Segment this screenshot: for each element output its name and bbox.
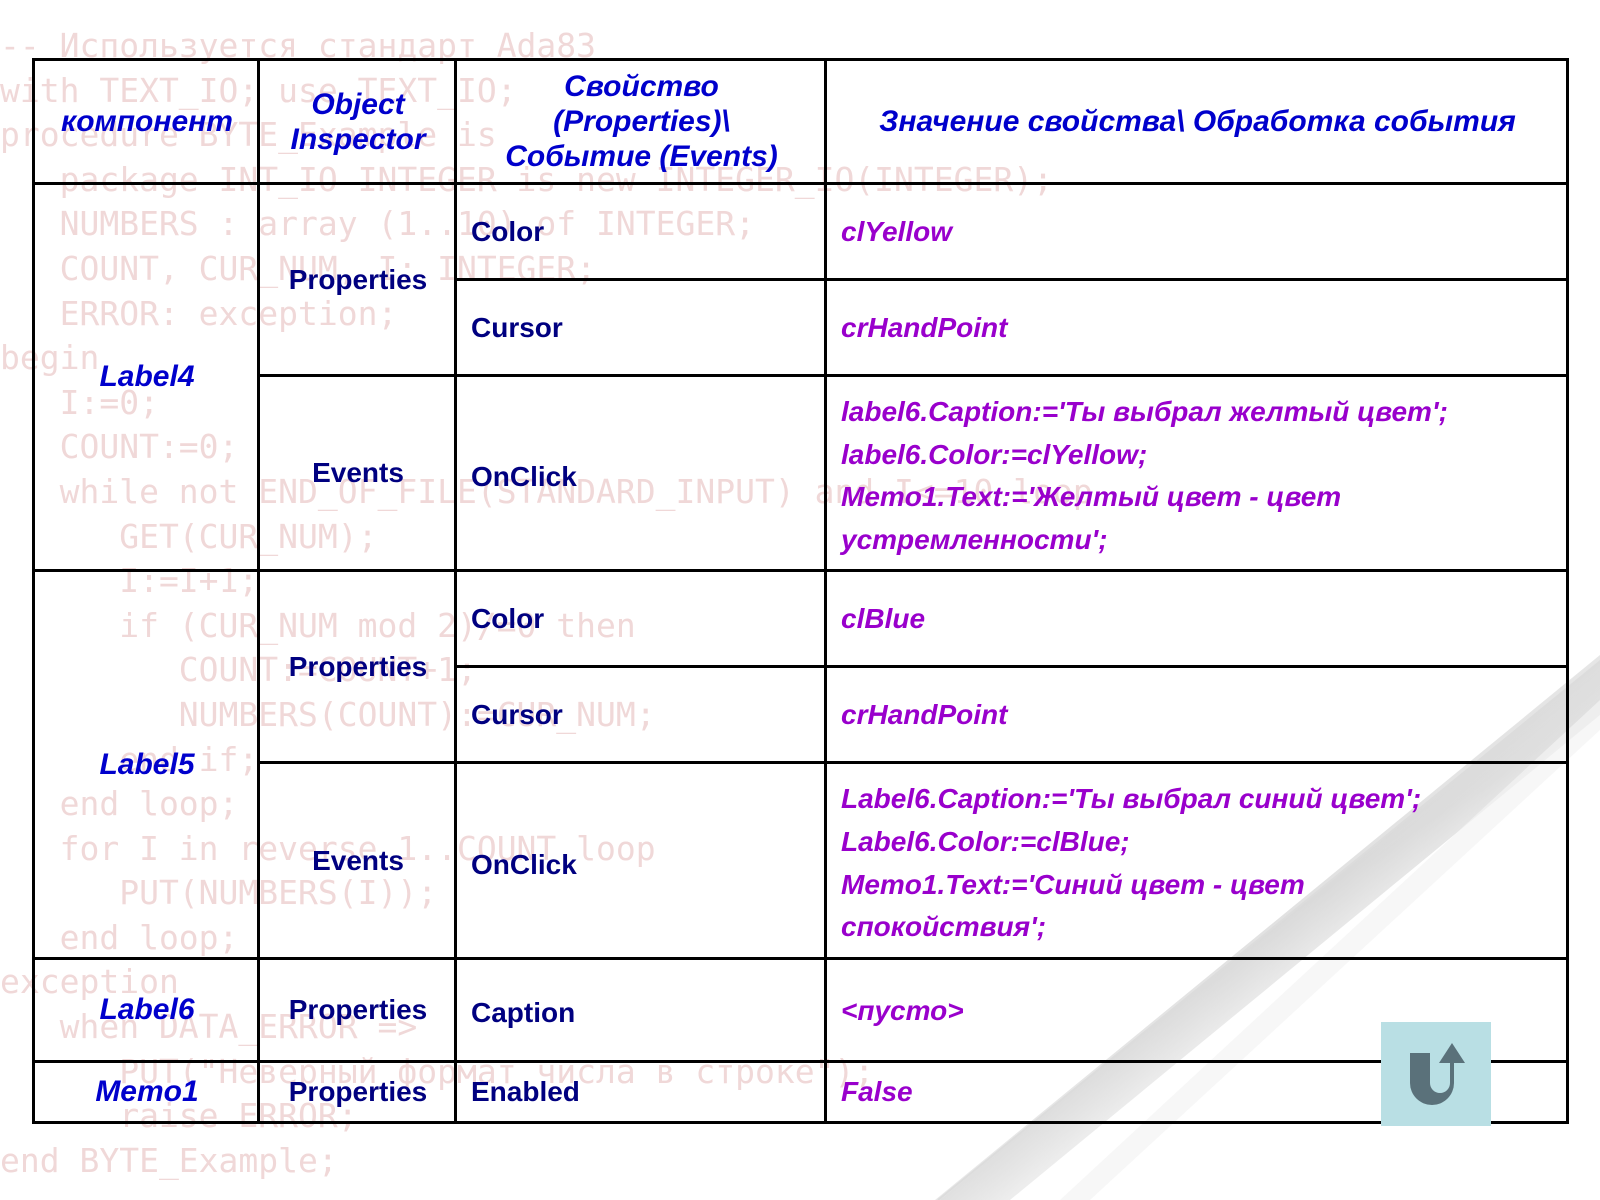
header-cell-value-handler: Значение свойства\ Обработка события (824, 57, 1569, 186)
inspector-cell-label6-properties: Properties (257, 956, 457, 1063)
inspector-label-memo1-properties: Properties (288, 1075, 428, 1107)
value-cell-label4-cursor: crHandPoint (824, 278, 1569, 378)
inspector-label-label4-properties: Properties (288, 263, 428, 295)
value-text: clYellow (841, 215, 953, 247)
value-text: crHandPoint (841, 698, 1008, 730)
u-turn-arrow-icon (1400, 1037, 1472, 1111)
table-row: Label5 Properties Color clBlue (32, 569, 1569, 960)
component-cell-label5: Label5 (32, 569, 260, 960)
value-cell-label5-onclick: Label6.Caption:='Ты выбрал синий цвет'; … (824, 761, 1569, 960)
value-text: Memo1.Text:='Желтый цвет - цвет (841, 481, 1342, 513)
inspector-cell-label5-properties: Properties (257, 569, 457, 765)
component-label-label6: Label6 (99, 992, 195, 1026)
property-cell-label5-onclick: OnClick (454, 761, 827, 960)
value-text: устремленности'; (841, 523, 1108, 555)
property-cell-label4-color: Color (454, 182, 827, 282)
value-text: Memo1.Text:='Синий цвет - цвет (841, 868, 1305, 900)
table-header-row: компонент Object Inspector Свойство (Pro… (32, 57, 1569, 186)
property-label-label5-cursor: Cursor (471, 698, 563, 730)
inspector-cell-label5-events: Events (257, 761, 457, 960)
component-cell-label6: Label6 (32, 956, 260, 1063)
value-cell-label5-color: clBlue (824, 569, 1569, 669)
component-cell-label4: Label4 (32, 182, 260, 573)
header-label-object-inspector-line2: Inspector (290, 122, 426, 156)
inspector-label-label5-properties: Properties (288, 650, 428, 682)
inspector-label-label5-events: Events (312, 844, 404, 876)
inspector-label-label6-properties: Properties (288, 993, 428, 1025)
header-cell-property-event: Свойство (Properties)\ Событие (Events) (454, 57, 827, 186)
property-cell-memo1-enabled: Enabled (454, 1059, 827, 1125)
header-label-property-line1: Свойство (564, 70, 719, 103)
property-cell-label6-caption: Caption (454, 956, 827, 1063)
property-cell-label4-onclick: OnClick (454, 374, 827, 573)
property-cell-label5-cursor: Cursor (454, 665, 827, 765)
property-cell-label4-cursor: Cursor (454, 278, 827, 378)
property-label-label4-onclick: OnClick (471, 461, 577, 493)
property-label-label6-caption: Caption (471, 996, 576, 1028)
value-text: Label6.Color:=clBlue; (841, 826, 1130, 858)
header-label-object-inspector-line1: Object (311, 87, 405, 121)
inspector-label-label4-events: Events (312, 457, 404, 489)
property-cell-label5-color: Color (454, 569, 827, 669)
header-label-component: компонент (61, 105, 233, 139)
component-label-memo1: Memo1 (95, 1074, 199, 1108)
header-cell-object-inspector: Object Inspector (257, 57, 457, 186)
table-row: Label4 Properties Color clYellow (32, 182, 1569, 573)
property-label-label4-color: Color (471, 215, 545, 247)
table-row: Events OnClick Label6.Caption:='Ты выбра… (34, 761, 1569, 960)
properties-table: компонент Object Inspector Свойство (Pro… (32, 57, 1569, 1125)
header-label-property-line3: Событие (Events) (505, 140, 778, 174)
property-label-label5-onclick: OnClick (471, 848, 577, 880)
component-cell-memo1: Memo1 (32, 1059, 260, 1125)
table-row: Events OnClick label6.Caption:='Ты выбра… (34, 374, 1569, 573)
value-cell-label5-cursor: crHandPoint (824, 665, 1569, 765)
value-text: label6.Caption:='Ты выбрал желтый цвет'; (841, 396, 1448, 428)
inspector-cell-memo1-properties: Properties (257, 1059, 457, 1125)
property-label-memo1-enabled: Enabled (471, 1075, 580, 1107)
header-cell-component: компонент (32, 57, 260, 186)
value-text: спокойствия'; (841, 911, 1047, 943)
value-text: clBlue (841, 602, 926, 634)
property-label-label4-cursor: Cursor (471, 311, 563, 343)
header-label-property-line2: (Properties)\ (553, 105, 730, 139)
table-row: Memo1 Properties Enabled False (32, 1059, 1569, 1125)
header-label-value-handler: Значение свойства\ Обработка события (879, 105, 1516, 139)
value-text: crHandPoint (841, 311, 1008, 343)
value-text: label6.Color:=clYellow; (841, 438, 1148, 470)
component-label-label5: Label5 (99, 747, 195, 781)
component-label-label4: Label4 (99, 360, 195, 394)
return-navigation-button[interactable] (1381, 1022, 1491, 1126)
table-row: Label6 Properties Caption <пусто> (32, 956, 1569, 1063)
value-cell-label4-onclick: label6.Caption:='Ты выбрал желтый цвет';… (824, 374, 1569, 573)
inspector-cell-label4-properties: Properties (257, 182, 457, 378)
value-text: Label6.Caption:='Ты выбрал синий цвет'; (841, 783, 1422, 815)
inspector-cell-label4-events: Events (257, 374, 457, 573)
value-cell-label4-color: clYellow (824, 182, 1569, 282)
property-label-label5-color: Color (471, 602, 545, 634)
